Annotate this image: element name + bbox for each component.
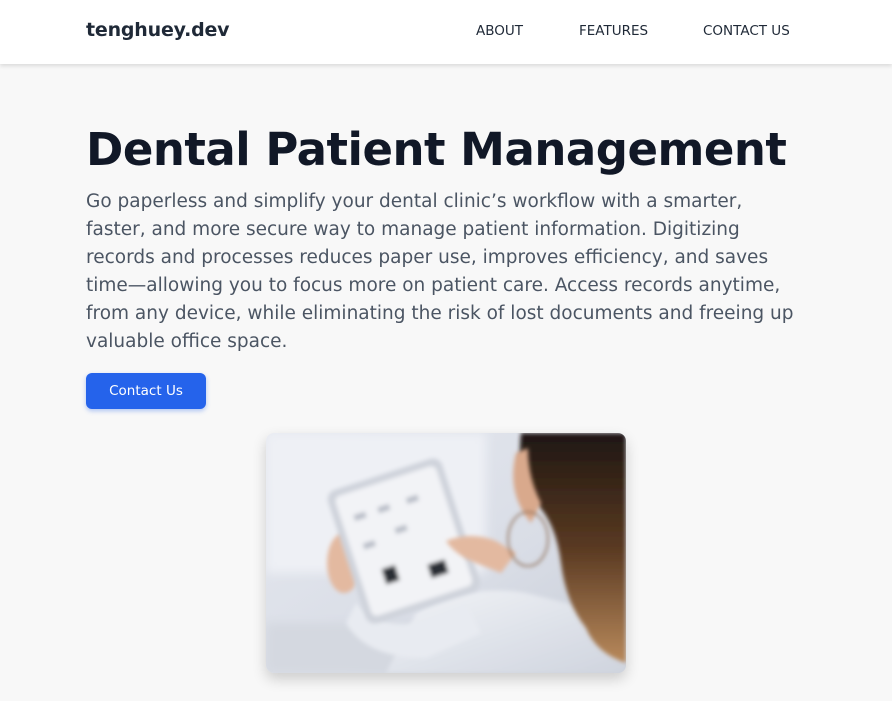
brand-logo-link[interactable]: tenghuey.dev bbox=[86, 19, 230, 41]
contact-us-button[interactable]: Contact Us bbox=[86, 373, 206, 409]
photo-woman-holding-tablet-icon bbox=[266, 433, 626, 673]
hero-section: Dental Patient Management Go paperless a… bbox=[0, 64, 892, 701]
nav-link-contact-us[interactable]: CONTACT US bbox=[703, 23, 790, 39]
hero-description: Go paperless and simplify your dental cl… bbox=[86, 191, 794, 352]
nav-link-about[interactable]: ABOUT bbox=[476, 23, 523, 39]
nav-link-features[interactable]: FEATURES bbox=[579, 23, 648, 39]
top-navbar: tenghuey.dev ABOUT FEATURES CONTACT US bbox=[0, 0, 892, 64]
hero-title: Dental Patient Management bbox=[86, 123, 787, 176]
hero-image bbox=[266, 433, 626, 673]
